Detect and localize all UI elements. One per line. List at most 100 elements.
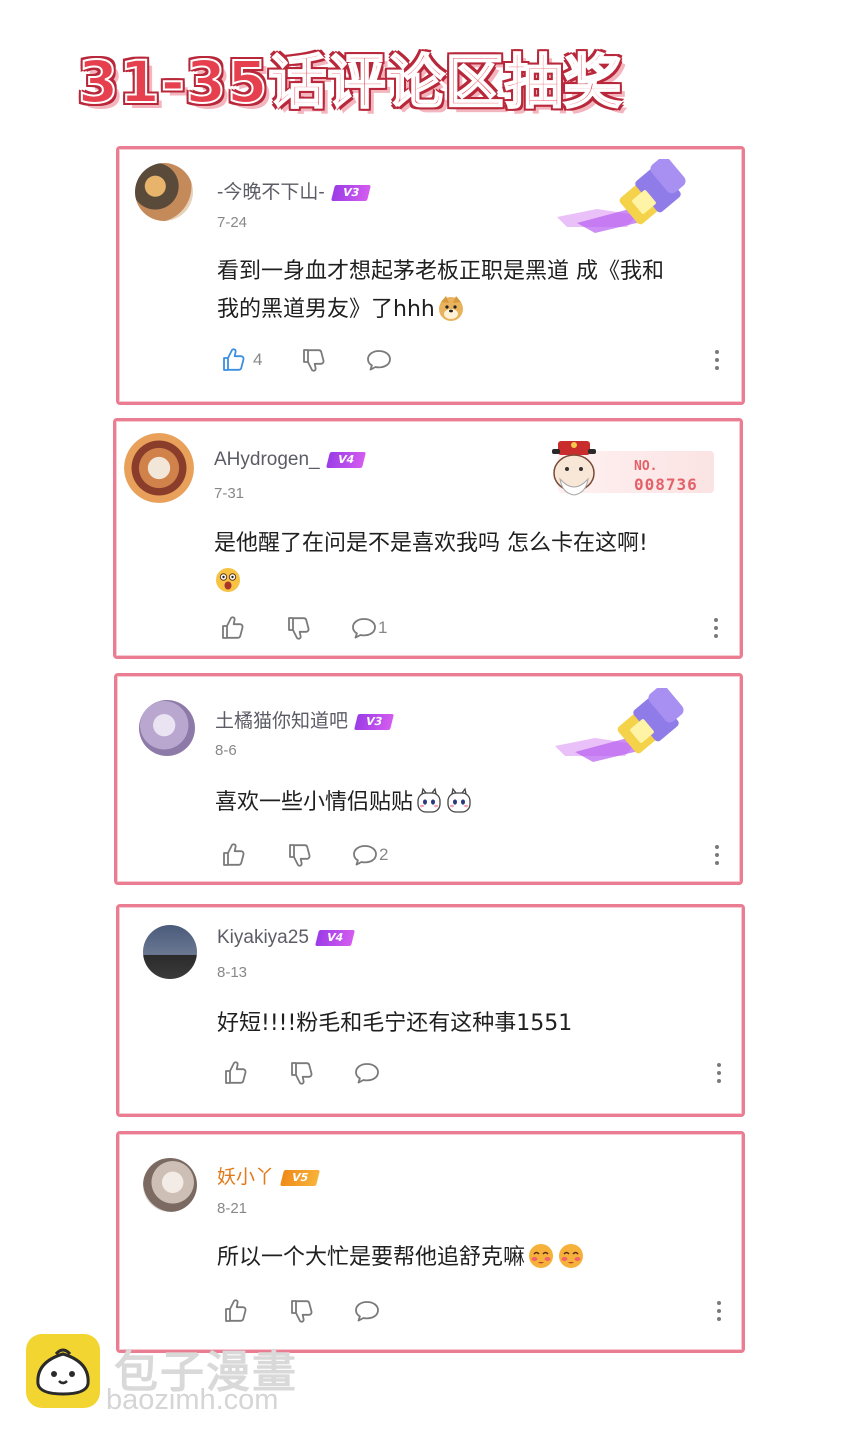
comment-date: 8-6 — [215, 742, 237, 759]
thumb-down-icon — [285, 841, 313, 869]
username-text[interactable]: -今晚不下山- — [217, 182, 325, 203]
avatar[interactable] — [143, 925, 197, 979]
level-badge: V4 — [325, 451, 366, 468]
username[interactable]: -今晚不下山- V3 — [217, 177, 371, 204]
thumb-down-icon — [287, 1059, 315, 1087]
comment-actions — [221, 1296, 741, 1326]
comment-text-segment: 喜欢一些小情侣贴贴 — [215, 790, 414, 815]
username-text[interactable]: 妖小丫 — [217, 1167, 274, 1188]
watermark-en: baozimh.com — [106, 1384, 279, 1416]
comment-text: 是他醒了在问是不是喜欢我吗 怎么卡在这啊! — [214, 525, 724, 601]
dislike-button[interactable] — [287, 1058, 315, 1088]
username[interactable]: 妖小丫 V5 — [217, 1162, 321, 1189]
dislike-button[interactable] — [287, 1296, 315, 1326]
reply-button[interactable] — [353, 1058, 381, 1088]
reply-count: 2 — [379, 845, 389, 864]
like-button[interactable] — [218, 613, 246, 643]
more-options-icon[interactable] — [713, 348, 721, 372]
thumb-up-icon — [221, 1297, 249, 1325]
reply-count: 1 — [378, 618, 388, 637]
thumb-up-icon — [219, 346, 247, 374]
avatar[interactable] — [139, 700, 195, 756]
like-button[interactable] — [221, 1296, 249, 1326]
fan-badge-no-label: NO. — [634, 459, 658, 474]
username-text[interactable]: Kiyakiya25 — [217, 927, 309, 948]
comment-text-line: 喜欢一些小情侣贴贴 — [215, 784, 725, 822]
avatar[interactable] — [143, 1158, 197, 1212]
like-button[interactable] — [221, 1058, 249, 1088]
comment-text-line — [214, 563, 724, 601]
page-title: 31-35话评论区抽奖 — [77, 47, 623, 117]
comment-actions: 2 — [219, 840, 739, 870]
comment-actions — [221, 1058, 741, 1088]
bunny-emoji-icon — [417, 787, 441, 813]
avatar[interactable] — [124, 433, 194, 503]
more-options-icon[interactable] — [713, 843, 721, 867]
reply-button[interactable]: 2 — [351, 840, 388, 870]
reply-icon — [353, 1297, 381, 1325]
thumb-down-icon — [287, 1297, 315, 1325]
comment-date: 7-31 — [214, 485, 245, 502]
dislike-button[interactable] — [285, 840, 313, 870]
comment-date: 7-24 — [217, 214, 248, 231]
reply-button[interactable] — [353, 1296, 381, 1326]
paintbrush-decoration-icon — [557, 159, 697, 239]
comment-text-segment: 所以一个大忙是要帮他追舒克嘛 — [217, 1245, 526, 1270]
fan-badge-number: 008736 — [634, 475, 698, 494]
like-button[interactable]: 4 — [219, 345, 262, 375]
paintbrush-decoration-icon — [555, 688, 695, 768]
username[interactable]: Kiyakiya25 V4 — [217, 927, 355, 949]
comment-text-line: 好短!!!!粉毛和毛宁还有这种事1551 — [217, 1011, 573, 1036]
bunny-emoji-icon — [447, 787, 471, 813]
thumb-up-icon — [218, 614, 246, 642]
comment-text-line: 是他醒了在问是不是喜欢我吗 怎么卡在这啊! — [214, 531, 648, 556]
like-button[interactable] — [219, 840, 247, 870]
comment-text: 好短!!!!粉毛和毛宁还有这种事1551 — [217, 1005, 727, 1043]
reply-button[interactable] — [365, 345, 393, 375]
doge-emoji-icon — [438, 296, 463, 321]
level-badge: V4 — [314, 929, 355, 946]
god-of-wealth-icon — [552, 441, 596, 496]
shocked-emoji-icon — [216, 568, 240, 592]
baozi-face-icon — [36, 1348, 90, 1396]
reply-icon — [351, 841, 379, 869]
like-count: 4 — [253, 350, 263, 369]
username-text[interactable]: 土橘猫你知道吧 — [215, 711, 348, 732]
more-options-icon[interactable] — [712, 616, 720, 640]
comment-text: 看到一身血才想起茅老板正职是黑道 成《我和 我的黑道男友》了hhh — [217, 253, 727, 329]
blushing-face-emoji-icon — [559, 1244, 584, 1268]
comment-text: 喜欢一些小情侣贴贴 — [215, 784, 725, 822]
comment-date: 8-21 — [217, 1200, 248, 1217]
thumb-up-icon — [221, 1059, 249, 1087]
comment-text-line: 看到一身血才想起茅老板正职是黑道 成《我和 — [217, 259, 664, 284]
comment-card: 妖小丫 V5 8-21 所以一个大忙是要帮他追舒克嘛 — [116, 1131, 745, 1353]
comment-card: -今晚不下山- V3 7-24 看到一身血才想起茅老板正职是黑道 成《我和 我的黑… — [116, 146, 745, 405]
baozi-logo-icon — [26, 1334, 100, 1408]
fan-number-badge: NO. 008736 — [538, 439, 714, 499]
username-text[interactable]: AHydrogen_ — [214, 449, 320, 470]
thumb-up-icon — [219, 841, 247, 869]
reply-icon — [353, 1059, 381, 1087]
level-badge: V5 — [280, 1169, 321, 1186]
reply-icon — [350, 614, 378, 642]
comment-text-line: 所以一个大忙是要帮他追舒克嘛 — [217, 1239, 727, 1277]
comment-text: 所以一个大忙是要帮他追舒克嘛 — [217, 1239, 727, 1277]
comment-card: 土橘猫你知道吧 V3 8-6 喜欢一些小情侣贴贴 2 — [114, 673, 743, 885]
avatar[interactable] — [135, 163, 193, 221]
username[interactable]: AHydrogen_ V4 — [214, 449, 366, 471]
blushing-face-emoji-icon — [529, 1244, 554, 1268]
level-badge: V3 — [354, 713, 395, 730]
username[interactable]: 土橘猫你知道吧 V3 — [215, 706, 395, 733]
comment-date: 8-13 — [217, 964, 248, 981]
more-options-icon[interactable] — [715, 1061, 723, 1085]
thumb-down-icon — [284, 614, 312, 642]
more-options-icon[interactable] — [715, 1299, 723, 1323]
reply-icon — [365, 346, 393, 374]
comment-card: AHydrogen_ V4 7-31 NO. 008736 是他醒了在问是不是喜欢… — [113, 418, 743, 659]
comment-actions: 4 — [219, 345, 739, 375]
reply-button[interactable]: 1 — [350, 613, 387, 643]
level-badge: V3 — [330, 184, 371, 201]
dislike-button[interactable] — [284, 613, 312, 643]
thumb-down-icon — [299, 346, 327, 374]
dislike-button[interactable] — [299, 345, 327, 375]
